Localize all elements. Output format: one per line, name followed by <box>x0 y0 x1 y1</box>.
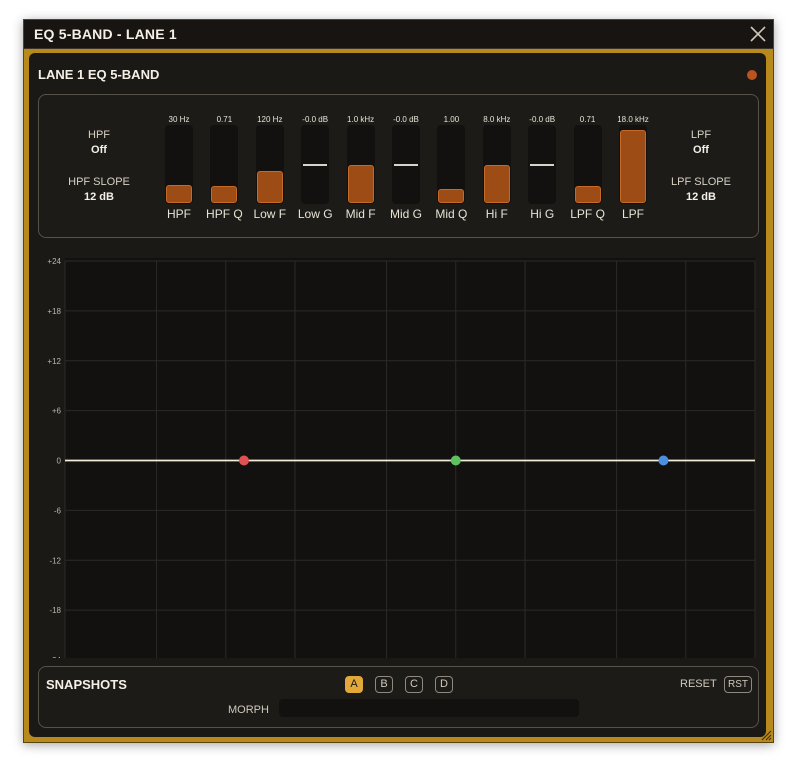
status-led <box>747 70 757 80</box>
y-tick-label: -12 <box>49 556 61 565</box>
fader-track[interactable] <box>346 125 375 204</box>
lpf-value: Off <box>693 144 709 156</box>
hpf-slope-label: HPF SLOPE <box>68 176 130 188</box>
fader-track[interactable] <box>619 125 647 204</box>
y-tick-label: -18 <box>49 606 61 615</box>
reset-button[interactable]: RESET <box>680 678 717 690</box>
plot-area <box>65 258 755 658</box>
resize-grip-icon[interactable] <box>760 729 772 741</box>
fader-value: -0.0 dB <box>529 115 556 124</box>
band-handle-low[interactable] <box>238 455 249 466</box>
fader-fill <box>347 164 374 203</box>
band-handle-mid[interactable] <box>450 455 461 466</box>
fader-track[interactable] <box>482 125 511 204</box>
close-icon[interactable] <box>747 23 769 45</box>
panel-title: LANE 1 EQ 5-BAND <box>38 67 160 82</box>
fader-track[interactable] <box>255 125 284 204</box>
fader-track[interactable] <box>301 125 330 204</box>
y-tick-label: -24 <box>49 656 61 658</box>
fader-value: 18.0 kHz <box>617 115 649 124</box>
rst-button[interactable]: RST <box>724 676 752 693</box>
morph-label: MORPH <box>228 704 269 716</box>
snapshot-d-button[interactable]: D <box>435 676 453 693</box>
hpf-slope-value: 12 dB <box>84 191 114 203</box>
hpf-slope[interactable]: HPF SLOPE 12 dB <box>59 176 139 203</box>
gain-indicator <box>394 163 418 166</box>
fader-value: 0.71 <box>216 115 233 124</box>
fader-fill <box>620 129 646 203</box>
fader-track[interactable] <box>210 125 239 204</box>
fader-track[interactable] <box>392 125 420 204</box>
y-tick-label: +12 <box>47 357 61 366</box>
fader-fill <box>256 171 283 203</box>
fader-fill <box>438 189 465 203</box>
fader-fill <box>166 184 192 203</box>
fader-value: -0.0 dB <box>393 115 419 124</box>
lpf-label: LPF <box>690 129 712 141</box>
snapshot-a-button[interactable]: A <box>345 676 363 693</box>
fader-track[interactable] <box>437 125 466 204</box>
eq-panel: LANE 1 EQ 5-BAND HPF Off HPF SLOPE 12 dB… <box>29 53 766 737</box>
fader-value: 1.00 <box>443 115 460 124</box>
fader-track[interactable] <box>528 125 557 204</box>
morph-slider[interactable] <box>279 699 579 717</box>
fader-value: 8.0 kHz <box>483 115 511 124</box>
lpf-status[interactable]: LPF Off <box>671 129 731 156</box>
snapshot-b-button[interactable]: B <box>375 676 393 693</box>
fader-fill <box>483 164 510 203</box>
band-handle-hi[interactable] <box>658 455 669 466</box>
y-tick-label: +24 <box>47 257 61 266</box>
hpf-status[interactable]: HPF Off <box>69 129 129 156</box>
fader-value: -0.0 dB <box>302 115 329 124</box>
window-title: EQ 5-BAND - LANE 1 <box>34 26 177 42</box>
fader-value: 120 Hz <box>257 115 283 124</box>
fader-fill <box>574 186 601 203</box>
y-tick-label: +18 <box>47 307 61 316</box>
y-tick-label: +6 <box>52 407 62 416</box>
lpf-slope[interactable]: LPF SLOPE 12 dB <box>661 176 741 203</box>
gain-indicator <box>303 163 328 166</box>
snapshots-title: SNAPSHOTS <box>46 677 127 692</box>
hpf-value: Off <box>91 144 107 156</box>
fader-track[interactable] <box>573 125 602 204</box>
y-tick-label: -6 <box>54 506 62 515</box>
lpf-slope-label: LPF SLOPE <box>671 176 731 188</box>
eq-response-graph[interactable]: +24+18+12+60-6-12-18-2420501002005001k2k… <box>29 214 758 658</box>
y-tick-label: 0 <box>57 457 62 466</box>
fader-track[interactable] <box>165 125 193 204</box>
fader-fill <box>211 186 238 203</box>
fader-value: 0.71 <box>579 115 596 124</box>
hpf-label: HPF <box>88 129 110 141</box>
fader-value: 1.0 kHz <box>347 115 375 124</box>
title-bar: EQ 5-BAND - LANE 1 <box>24 20 773 49</box>
snapshot-c-button[interactable]: C <box>405 676 423 693</box>
snapshots-box: SNAPSHOTS A B C D RESET RST MORPH <box>38 666 759 728</box>
eq-window: EQ 5-BAND - LANE 1 LANE 1 EQ 5-BAND HPF … <box>23 19 774 743</box>
fader-value: 30 Hz <box>168 115 190 124</box>
lpf-slope-value: 12 dB <box>686 191 716 203</box>
gain-indicator <box>530 163 555 166</box>
